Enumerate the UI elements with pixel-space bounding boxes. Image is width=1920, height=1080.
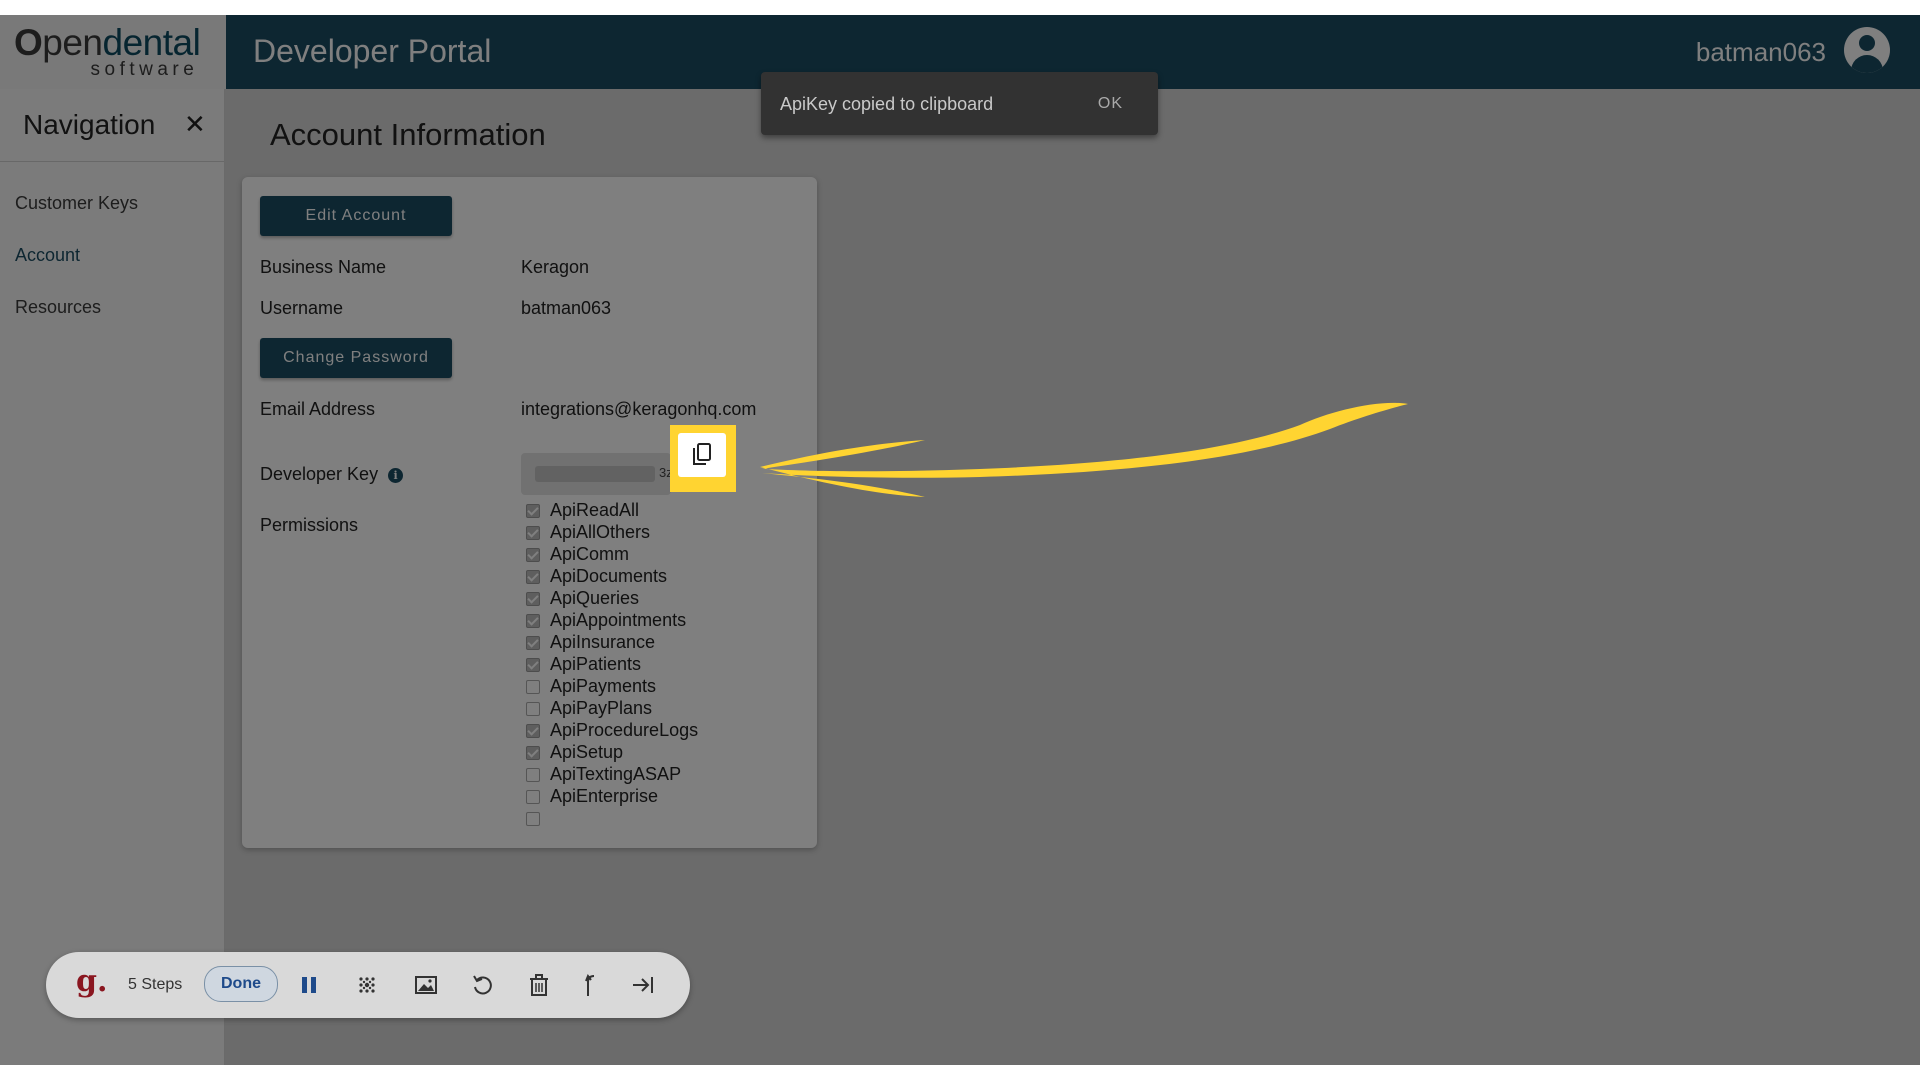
snackbar: ApiKey copied to clipboard OK xyxy=(761,72,1158,135)
done-button[interactable]: Done xyxy=(204,966,278,1002)
trash-icon[interactable] xyxy=(524,970,554,1000)
highlight-box xyxy=(670,425,736,492)
snackbar-message: ApiKey copied to clipboard xyxy=(780,94,994,114)
recorder-toolbar: g. 5 Steps Done xyxy=(46,952,690,1018)
blur-icon[interactable] xyxy=(352,970,382,1000)
steps-count: 5 Steps xyxy=(128,976,183,993)
copy-icon xyxy=(693,443,711,465)
snackbar-ok-button[interactable]: OK xyxy=(1098,95,1123,113)
pause-icon[interactable] xyxy=(294,970,324,1000)
copy-button-highlighted[interactable] xyxy=(678,433,726,477)
skip-to-end-icon[interactable] xyxy=(628,970,658,1000)
app-frame: Opendental software Developer Portal bat… xyxy=(0,15,1920,1065)
image-icon[interactable] xyxy=(411,970,441,1000)
recorder-logo[interactable]: g. xyxy=(76,964,107,999)
undo-icon[interactable] xyxy=(468,970,498,1000)
share-icon[interactable] xyxy=(576,970,606,1000)
dim-overlay xyxy=(0,15,1920,1065)
